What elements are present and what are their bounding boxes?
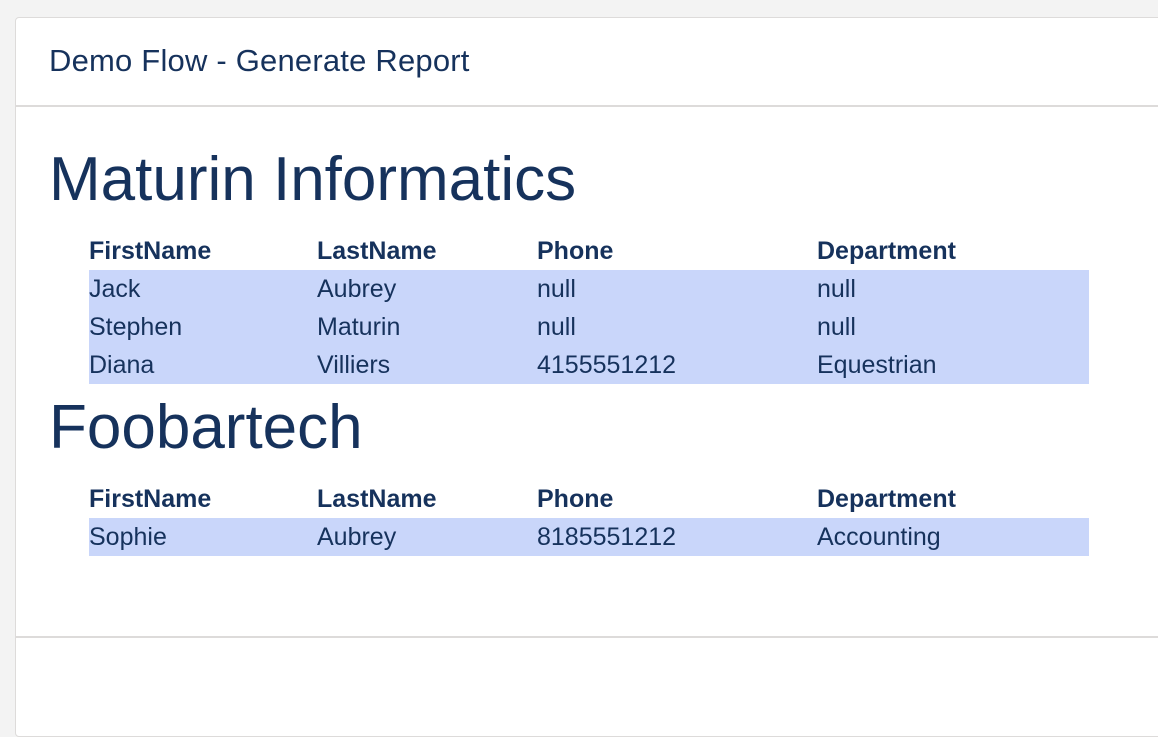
contacts-table: FirstName LastName Phone Department Jack…: [89, 232, 1089, 384]
card-header: Demo Flow - Generate Report: [16, 18, 1158, 107]
table-header-row: FirstName LastName Phone Department: [89, 232, 1089, 270]
table-row: Diana Villiers 4155551212 Equestrian: [89, 346, 1089, 384]
contacts-table: FirstName LastName Phone Department Soph…: [89, 480, 1089, 556]
cell-department: Equestrian: [817, 350, 937, 379]
table-row: Jack Aubrey null null: [89, 270, 1089, 308]
cell-phone: 4155551212: [537, 350, 677, 379]
cell-department: null: [817, 312, 856, 341]
column-header-lastname: LastName: [317, 236, 437, 265]
column-header-phone: Phone: [537, 484, 614, 513]
column-header-department: Department: [817, 484, 956, 513]
page-title: Demo Flow - Generate Report: [49, 43, 470, 78]
table-row: Stephen Maturin null null: [89, 308, 1089, 346]
cell-phone: null: [537, 312, 576, 341]
cell-department: null: [817, 274, 856, 303]
company-heading: Maturin Informatics: [49, 145, 577, 214]
table-row: Sophie Aubrey 8185551212 Accounting: [89, 518, 1089, 556]
cell-firstname: Jack: [89, 274, 141, 303]
column-header-department: Department: [817, 236, 956, 265]
column-header-firstname: FirstName: [89, 484, 212, 513]
table-header-row: FirstName LastName Phone Department: [89, 480, 1089, 518]
flow-card: Demo Flow - Generate Report Maturin Info…: [15, 17, 1158, 737]
cell-lastname: Aubrey: [317, 522, 397, 551]
report-body: Maturin Informatics FirstName LastName P…: [16, 107, 1158, 638]
column-header-firstname: FirstName: [89, 236, 212, 265]
cell-firstname: Diana: [89, 350, 155, 379]
column-header-phone: Phone: [537, 236, 614, 265]
company-heading: Foobartech: [49, 393, 363, 462]
cell-phone: null: [537, 274, 576, 303]
cell-lastname: Maturin: [317, 312, 401, 341]
cell-firstname: Sophie: [89, 522, 167, 551]
cell-lastname: Villiers: [317, 350, 391, 379]
column-header-lastname: LastName: [317, 484, 437, 513]
cell-phone: 8185551212: [537, 522, 677, 551]
cell-lastname: Aubrey: [317, 274, 397, 303]
cell-department: Accounting: [817, 522, 941, 551]
cell-firstname: Stephen: [89, 312, 183, 341]
